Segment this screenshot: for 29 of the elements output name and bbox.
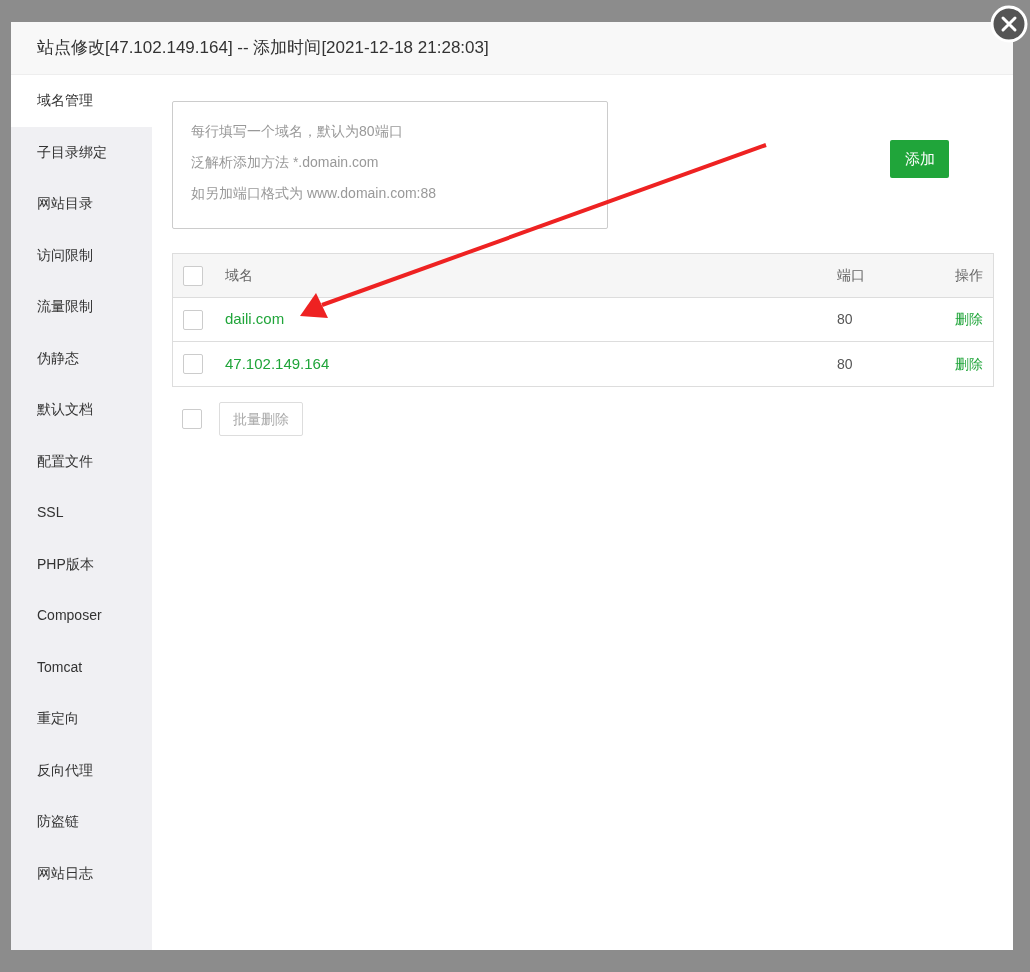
sidebar-tab[interactable]: PHP版本 bbox=[11, 538, 152, 590]
sidebar-tab[interactable]: 伪静态 bbox=[11, 332, 152, 384]
sidebar-tab[interactable]: 反向代理 bbox=[11, 744, 152, 796]
sidebar-tab[interactable]: 网站日志 bbox=[11, 847, 152, 899]
placeholder-text: 如另加端口格式为 www.domain.com:88 bbox=[191, 184, 437, 203]
dialog-title: 站点修改[47.102.149.164] -- 添加时间[2021-12-18 21:28:03] bbox=[37, 37, 489, 60]
sidebar-tab[interactable]: 访问限制 bbox=[11, 229, 152, 281]
sidebar-tab[interactable]: 重定向 bbox=[11, 693, 152, 745]
checkbox[interactable] bbox=[183, 265, 203, 286]
table-cell-text: 80 bbox=[837, 354, 854, 374]
checkbox[interactable] bbox=[183, 354, 203, 374]
sidebar-tab[interactable]: 子目录绑定 bbox=[11, 126, 152, 178]
sidebar-tab[interactable]: SSL bbox=[11, 487, 152, 539]
table-cell-text: 80 bbox=[837, 310, 854, 329]
sidebar-tab[interactable]: 配置文件 bbox=[11, 435, 152, 487]
column-header: 端口 bbox=[837, 266, 866, 285]
sidebar-tab[interactable]: 流量限制 bbox=[11, 281, 152, 333]
sidebar-tab[interactable]: 网站目录 bbox=[11, 178, 152, 230]
sidebar-tab[interactable]: Composer bbox=[11, 590, 152, 642]
column-header: 域名 bbox=[225, 266, 254, 285]
sidebar-tab[interactable]: 防盗链 bbox=[11, 796, 152, 848]
close-button[interactable] bbox=[990, 5, 1028, 43]
placeholder-text: 每行填写一个域名，默认为80端口 bbox=[191, 122, 403, 141]
column-header: 操作 bbox=[954, 266, 984, 285]
sidebar-tab[interactable]: 默认文档 bbox=[11, 384, 152, 436]
checkbox[interactable] bbox=[183, 309, 203, 330]
sidebar-tab[interactable]: Tomcat bbox=[11, 641, 152, 693]
placeholder-text: 泛解析添加方法 *.domain.com bbox=[191, 153, 379, 172]
sidebar-tab[interactable]: 域名管理 bbox=[11, 75, 152, 127]
